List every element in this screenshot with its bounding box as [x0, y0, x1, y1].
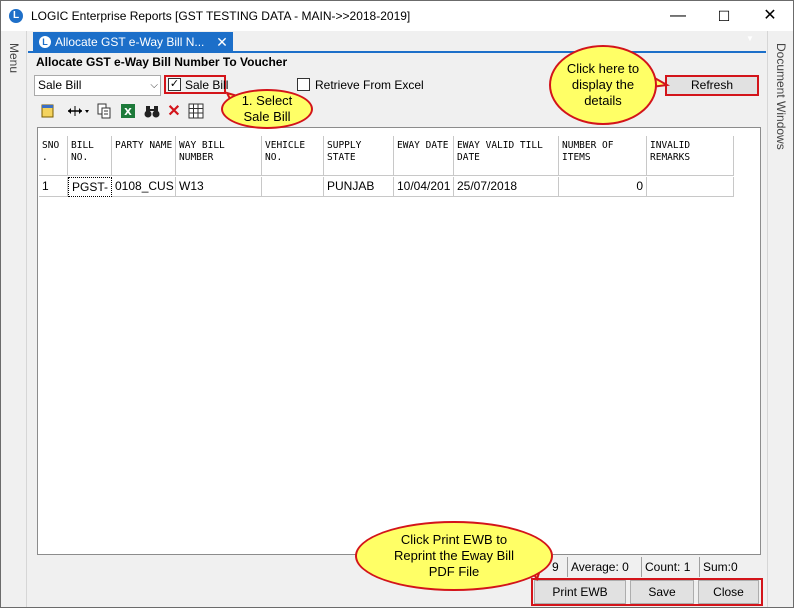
callout-print-hint: Click Print EWB to Reprint the Eway Bill… — [355, 521, 553, 591]
app-window: L LOGIC Enterprise Reports [GST TESTING … — [0, 0, 794, 608]
callout-print-hint-text: Click Print EWB to Reprint the Eway Bill… — [394, 532, 514, 579]
callout-refresh-hint: Click here to display the details — [549, 45, 657, 125]
callout-arrows — [225, 75, 671, 582]
callout-select-sale-bill-text: 1. Select Sale Bill — [241, 93, 293, 124]
callout-select-sale-bill: 1. Select Sale Bill — [221, 89, 313, 129]
callout-refresh-hint-text: Click here to display the details — [566, 61, 640, 108]
